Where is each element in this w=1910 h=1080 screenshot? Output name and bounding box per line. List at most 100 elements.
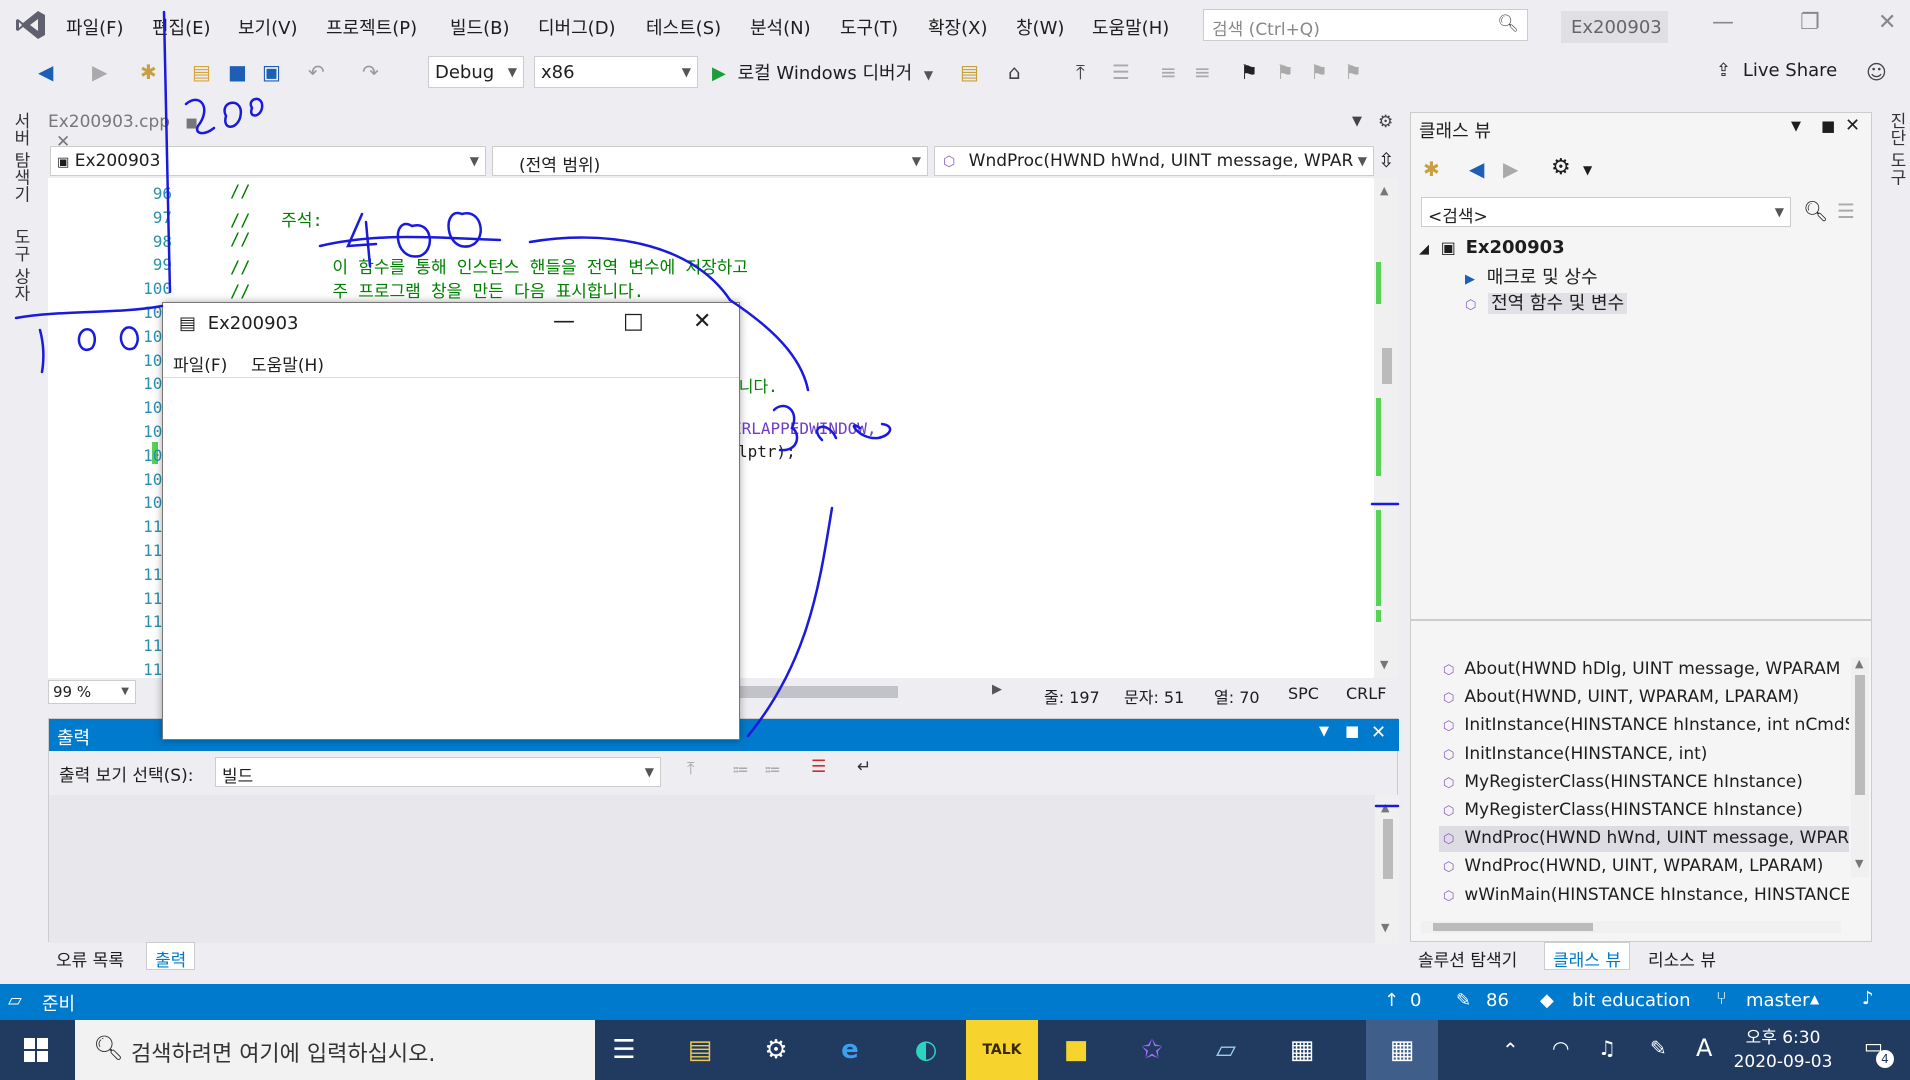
pin-icon[interactable]: ■ (1821, 117, 1835, 135)
menu-view[interactable]: 보기(V) (238, 14, 297, 40)
scroll-right-icon[interactable]: ▶ (992, 682, 1002, 697)
server-explorer-tab[interactable]: 서버 탐색기 (8, 112, 33, 202)
menu-edit[interactable]: 편집(E) (152, 14, 211, 40)
app-menu-help[interactable]: 도움말(H) (251, 351, 324, 376)
home-icon[interactable]: ⌂ (1008, 60, 1021, 84)
clock[interactable]: 오후 6:30 2020-09-03 (1728, 1026, 1838, 1074)
menu-test[interactable]: 테스트(S) (646, 14, 721, 40)
restore-icon[interactable]: ❐ (1800, 10, 1820, 35)
scroll-thumb[interactable] (1433, 923, 1593, 931)
tab-class-view[interactable]: 클래스 뷰 (1544, 942, 1630, 971)
unpublished-count[interactable]: 0 (1410, 990, 1421, 1011)
settings-icon[interactable]: ⚙ (1551, 155, 1571, 180)
tab-output[interactable]: 출력 (146, 942, 196, 971)
platform-select[interactable]: x86 ▼ (534, 56, 698, 88)
minimize-icon[interactable]: — (553, 309, 575, 334)
format-icon[interactable]: ☰ (1112, 60, 1130, 84)
new-folder-icon[interactable]: ✱ (1423, 157, 1440, 181)
menu-help[interactable]: 도움말(H) (1092, 14, 1169, 40)
tree-item-globals[interactable]: ⬡ 전역 함수 및 변수 (1465, 289, 1628, 315)
bookmark-icon[interactable]: ⚑ (1240, 60, 1258, 84)
scroll-down-icon[interactable]: ▼ (1381, 921, 1389, 934)
find-in-files-icon[interactable]: ▤ (960, 60, 979, 84)
pending-changes[interactable]: 86 (1486, 990, 1509, 1011)
wifi-icon[interactable]: ◠ (1552, 1036, 1569, 1060)
word-wrap-icon[interactable]: ↵ (857, 757, 871, 777)
volume-icon[interactable]: ♫ (1598, 1036, 1616, 1060)
undo-icon[interactable]: ↶ (308, 60, 325, 84)
start-icon[interactable] (0, 1020, 72, 1080)
expand-icon[interactable]: ◢ (1419, 242, 1429, 257)
notification-icon[interactable]: ♪ (1862, 988, 1874, 1009)
visual-studio-logo[interactable] (14, 8, 48, 42)
member-scrollbar[interactable]: ▲ ▼ (1851, 657, 1869, 877)
comment-icon[interactable]: ≡ (1160, 60, 1177, 84)
member-dropdown[interactable]: ⬡ WndProc(HWND hWnd, UINT message, WPAR ▼ (934, 146, 1374, 176)
feedback-icon[interactable]: ☺ (1866, 60, 1887, 84)
member-list-item[interactable]: ⬡ About(HWND, UINT, WPARAM, LPARAM) (1439, 685, 1849, 711)
member-list-item[interactable]: ⬡ wWinMain(HINSTANCE hInstance, HINSTANCE (1439, 883, 1849, 909)
line-ending[interactable]: CRLF (1346, 684, 1386, 703)
pin-icon[interactable]: ■ (185, 116, 197, 131)
panel-menu-icon[interactable]: ▼ (1791, 119, 1801, 134)
tab-list-icon[interactable]: ▼ (1352, 114, 1362, 129)
pin-icon[interactable]: ■ (1345, 722, 1359, 740)
panel-menu-icon[interactable]: ▼ (1319, 724, 1329, 739)
scroll-up-icon[interactable]: ▲ (1380, 184, 1388, 197)
menu-tools[interactable]: 도구(T) (840, 14, 898, 40)
visual-studio-icon[interactable]: ✩ (1116, 1020, 1188, 1080)
vertical-scrollbar[interactable]: ▲ ▼ (1374, 178, 1398, 678)
running-app-taskbar-icon[interactable]: ▦ (1366, 1020, 1438, 1080)
horizontal-scrollbar[interactable] (738, 686, 898, 698)
step-into-icon[interactable]: ⤒ (1076, 60, 1085, 84)
sticky-notes-icon[interactable]: ■ (1040, 1020, 1112, 1080)
task-view-icon[interactable]: ☰ (588, 1020, 660, 1080)
next-bookmark-icon[interactable]: ⚑ (1310, 60, 1328, 84)
minimize-icon[interactable]: — (1712, 10, 1734, 35)
tree-item-macros[interactable]: ▶ 매크로 및 상수 (1465, 263, 1598, 289)
close-panel-icon[interactable]: ✕ (1371, 722, 1386, 743)
clear-bookmark-icon[interactable]: ⚑ (1344, 60, 1362, 84)
pencil-icon[interactable]: ✎ (1456, 990, 1471, 1011)
branch-icon[interactable]: ⑂ (1716, 988, 1727, 1009)
input-language[interactable]: A (1696, 1034, 1712, 1062)
output-source-select[interactable]: 빌드 ▼ (215, 757, 661, 787)
scroll-down-icon[interactable]: ▼ (1380, 658, 1388, 671)
internet-explorer-icon[interactable]: e (814, 1020, 886, 1080)
app-window-icon[interactable]: ▦ (1266, 1020, 1338, 1080)
taskbar-search-input[interactable]: 🔍︎ 검색하려면 여기에 입력하십시오. (75, 1020, 595, 1080)
member-list-item[interactable]: ⬡ MyRegisterClass(HINSTANCE hInstance) (1439, 798, 1849, 824)
branch-name[interactable]: master (1746, 990, 1809, 1011)
scroll-up-icon[interactable]: ▲ (1855, 657, 1863, 670)
file-explorer-icon[interactable]: ▤ (664, 1020, 736, 1080)
action-center-icon[interactable]: ▭ 4 (1864, 1034, 1894, 1068)
search-input[interactable]: 검색 (Ctrl+Q) 🔍︎ (1203, 9, 1528, 41)
uncomment-icon[interactable]: ≡ (1194, 60, 1211, 84)
close-icon[interactable]: ✕ (1878, 10, 1896, 35)
settings-icon[interactable]: ⚙ (1378, 112, 1393, 132)
find-message-icon[interactable]: ⤒ (687, 759, 695, 779)
browser-icon[interactable]: ◐ (890, 1020, 962, 1080)
scope-dropdown[interactable]: (전역 범위) ▼ (492, 146, 928, 176)
diagnostics-tab[interactable]: 진단 도구 (1884, 112, 1909, 185)
configuration-select[interactable]: Debug ▼ (428, 56, 524, 88)
output-text-area[interactable]: ▲ ▼ (49, 795, 1399, 943)
tab-error-list[interactable]: 오류 목록 (56, 946, 124, 971)
live-share-button[interactable]: ⇪ Live Share (1716, 60, 1837, 81)
redo-icon[interactable]: ↷ (362, 60, 379, 84)
forward-icon[interactable]: ▶ (1503, 157, 1518, 181)
menu-project[interactable]: 프로젝트(P) (326, 14, 417, 40)
menu-file[interactable]: 파일(F) (66, 14, 124, 40)
output-scrollbar[interactable]: ▲ ▼ (1375, 795, 1399, 943)
menu-analyze[interactable]: 분석(N) (750, 14, 811, 40)
tree-root[interactable]: ◢ ▣ Ex200903 (1419, 237, 1565, 258)
member-list-item[interactable]: ⬡ InitInstance(HINSTANCE, int) (1439, 742, 1849, 768)
save-icon[interactable]: ■ (228, 60, 247, 84)
scroll-thumb[interactable] (1383, 819, 1393, 879)
kakaotalk-icon[interactable]: TALK (966, 1020, 1038, 1080)
splitter[interactable] (1411, 619, 1871, 621)
running-app-window[interactable]: ▤ Ex200903 — □ ✕ 파일(F) 도움말(H) (162, 302, 740, 740)
start-debugging-button[interactable]: ▶ 로컬 Windows 디버거 ▼ (712, 59, 933, 87)
repository-name[interactable]: bit education (1572, 990, 1691, 1011)
member-list-item[interactable]: ⬡ About(HWND hDlg, UINT message, WPARAM (1439, 657, 1849, 683)
